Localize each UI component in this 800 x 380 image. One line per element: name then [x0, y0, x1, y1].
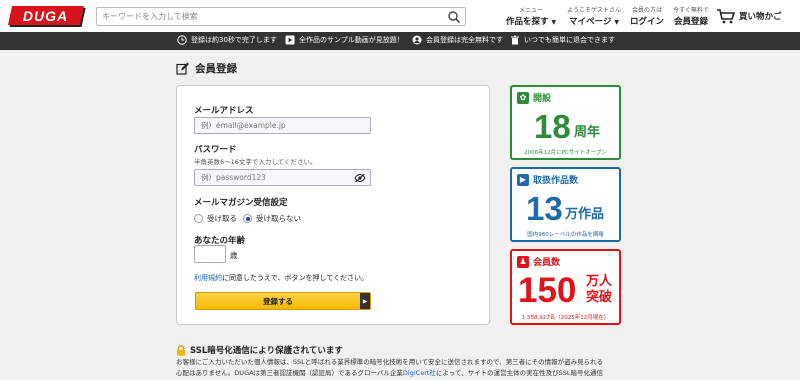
stat-number: 150: [518, 271, 577, 310]
trash-icon: [511, 35, 519, 45]
duga-logo[interactable]: DUGA: [7, 6, 85, 25]
stat-unit: 周年: [574, 124, 601, 139]
info-item: いつでも簡単に退会できます: [510, 35, 615, 45]
people-icon: ♟: [517, 255, 529, 268]
email-label: メールアドレス: [194, 106, 254, 116]
page-title: 会員登録: [176, 61, 237, 76]
chevron-down-icon: ▼: [614, 19, 619, 26]
play-icon: ▶: [517, 173, 529, 186]
terms-notice: 利用規約に同意したうえで、ボタンを押してください。: [194, 274, 369, 282]
stat-members: ♟ 会員数 150 万人 突破 1,558,927名（2025年12月現在）: [510, 249, 621, 325]
stat-unit: 万作品: [565, 206, 605, 221]
search-input[interactable]: [97, 8, 442, 25]
password-field[interactable]: [195, 170, 370, 185]
email-field[interactable]: [195, 118, 370, 133]
age-field[interactable]: [195, 246, 225, 262]
newsletter-receive-radio[interactable]: 受け取る: [194, 213, 237, 224]
stat-established: ✿ 開設 18 周年 2006年12月にPCサイトオープン: [510, 85, 621, 160]
stat-unit: 突破: [586, 289, 613, 304]
sprout-icon: ✿: [517, 91, 529, 104]
password-field-wrapper: [194, 169, 371, 186]
clock-icon: [177, 35, 187, 45]
password-label: パスワード: [194, 145, 237, 155]
cart-icon: [717, 9, 736, 24]
nav-login[interactable]: 会員の方は ログイン: [630, 5, 664, 27]
search-icon[interactable]: [447, 10, 461, 24]
nav-register[interactable]: 今すぐ無料で 会員登録: [673, 5, 709, 27]
registration-form: メールアドレス パスワード 半角英数6～16文字で入力してください。 メールマガ…: [176, 85, 490, 325]
nav-mypage[interactable]: ようこそゲストさん マイページ ▼: [567, 5, 621, 27]
edit-icon: [176, 62, 189, 75]
stat-note: 1,558,927名（2025年12月現在）: [521, 315, 610, 321]
email-field-wrapper: [194, 117, 371, 134]
ssl-heading: SSL暗号化通信により保護されています: [176, 344, 343, 356]
video-icon: [285, 35, 295, 45]
stat-works: ▶ 取扱作品数 13 万作品 国内960レーベルの作品を網羅: [510, 167, 621, 242]
age-field-wrapper: [194, 245, 226, 263]
chevron-right-icon: ▶: [360, 293, 370, 309]
newsletter-label: メールマガジン受信設定: [194, 198, 288, 208]
stat-note: 国内960レーベルの作品を網羅: [527, 232, 604, 238]
stat-unit: 万人: [586, 273, 613, 288]
stat-number: 13: [526, 190, 563, 227]
info-item: 会員登録は完全無料です: [412, 35, 503, 45]
site-header: DUGA メニュー 作品を探す ▼ ようこそゲストさん マイページ ▼ 会員の方…: [0, 0, 800, 32]
age-unit: 歳: [230, 251, 238, 260]
newsletter-decline-radio[interactable]: 受け取らない: [243, 213, 301, 224]
password-hint: 半角英数6～16文字で入力してください。: [194, 158, 317, 166]
info-item: 登録は約30秒で完了します: [177, 35, 277, 45]
nav-search-works[interactable]: メニュー 作品を探す ▼: [506, 5, 556, 27]
ssl-description: お客様にご入力いただいた個人情報は、SSLと呼ばれる業界標準の暗号化技術を用いて…: [176, 358, 604, 378]
radio-unchecked: [194, 214, 203, 223]
user-icon: [412, 35, 422, 45]
digicert-link[interactable]: DigiCert社: [403, 369, 436, 377]
register-button[interactable]: 登録する ▶: [195, 292, 371, 310]
radio-checked: [243, 214, 252, 223]
lock-icon: [177, 344, 185, 356]
info-bar: 登録は約30秒で完了します 全作品のサンプル動画が見放題！ 会員登録は完全無料で…: [0, 32, 800, 50]
chevron-down-icon: ▼: [551, 19, 557, 26]
cart-button[interactable]: 買い物かご: [716, 8, 782, 24]
eye-slash-icon[interactable]: [354, 173, 366, 183]
terms-link[interactable]: 利用規約: [194, 274, 222, 282]
stat-note: 2006年12月にPCサイトオープン: [524, 150, 607, 156]
search-box: [96, 7, 466, 26]
info-item: 全作品のサンプル動画が見放題！: [285, 35, 404, 45]
stat-number: 18: [534, 108, 571, 145]
